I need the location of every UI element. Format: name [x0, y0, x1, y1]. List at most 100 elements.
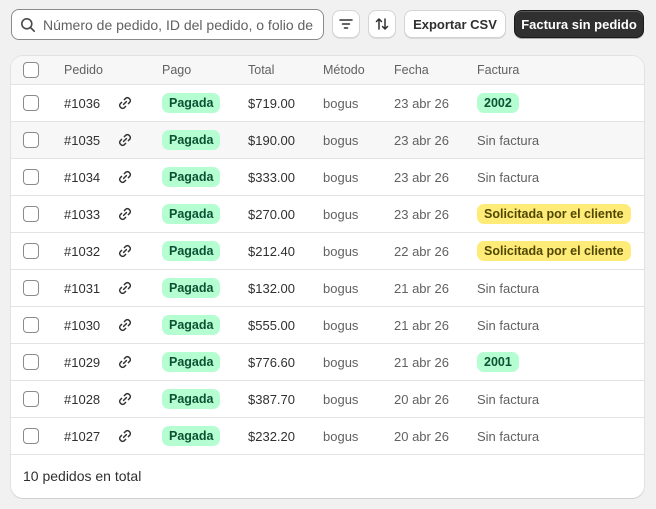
total-count: 10 pedidos en total: [23, 468, 142, 484]
link-icon[interactable]: [117, 280, 133, 296]
link-icon[interactable]: [117, 391, 133, 407]
order-total: $190.00: [248, 133, 295, 148]
invoice-status: Sin factura: [477, 318, 540, 333]
order-date: 20 abr 26: [394, 392, 449, 407]
payment-method: bogus: [323, 355, 359, 370]
row-checkbox[interactable]: [23, 391, 39, 407]
invoice-status: Sin factura: [477, 429, 540, 444]
link-icon[interactable]: [117, 428, 133, 444]
search-icon: [21, 17, 36, 32]
payment-method: bogus: [323, 207, 359, 222]
order-number[interactable]: #1027: [64, 429, 100, 444]
export-csv-button[interactable]: Exportar CSV: [404, 10, 506, 38]
order-total: $232.20: [248, 429, 295, 444]
order-number[interactable]: #1030: [64, 318, 100, 333]
order-number[interactable]: #1031: [64, 281, 100, 296]
payment-method: bogus: [323, 392, 359, 407]
sort-icon: [375, 18, 389, 30]
link-icon[interactable]: [117, 206, 133, 222]
payment-method: bogus: [323, 96, 359, 111]
order-date: 22 abr 26: [394, 244, 449, 259]
row-checkbox[interactable]: [23, 169, 39, 185]
select-all-checkbox[interactable]: [23, 62, 39, 78]
invoice-number-badge: 2002: [477, 93, 519, 113]
header-order[interactable]: Pedido: [64, 63, 103, 77]
order-date: 23 abr 26: [394, 170, 449, 185]
row-checkbox[interactable]: [23, 317, 39, 333]
payment-status-badge: Pagada: [162, 93, 221, 113]
table-row[interactable]: #1035 Pagada $190.00 bogus 23 abr 26 Sin fact…: [11, 122, 644, 159]
payment-method: bogus: [323, 318, 359, 333]
row-checkbox[interactable]: [23, 354, 39, 370]
order-date: 21 abr 26: [394, 355, 449, 370]
order-date: 23 abr 26: [394, 96, 449, 111]
row-checkbox[interactable]: [23, 243, 39, 259]
table-header: Pedido Pago Total Método Fecha Factura: [11, 56, 644, 85]
row-checkbox[interactable]: [23, 206, 39, 222]
payment-status-badge: Pagada: [162, 352, 221, 372]
order-total: $387.70: [248, 392, 295, 407]
order-date: 21 abr 26: [394, 318, 449, 333]
link-icon[interactable]: [117, 317, 133, 333]
order-total: $270.00: [248, 207, 295, 222]
link-icon[interactable]: [117, 243, 133, 259]
order-date: 20 abr 26: [394, 429, 449, 444]
order-number[interactable]: #1033: [64, 207, 100, 222]
payment-method: bogus: [323, 429, 359, 444]
table-row[interactable]: #1033 Pagada $270.00 bogus 23 abr 26 Solicita…: [11, 196, 644, 233]
invoice-requested-badge: Solicitada por el cliente: [477, 241, 631, 261]
table-row[interactable]: #1032 Pagada $212.40 bogus 22 abr 26 Solicita…: [11, 233, 644, 270]
order-number[interactable]: #1034: [64, 170, 100, 185]
header-invoice[interactable]: Factura: [477, 63, 519, 77]
payment-status-badge: Pagada: [162, 315, 221, 335]
table-row[interactable]: #1036 Pagada $719.00 bogus 23 abr 26 2002: [11, 85, 644, 122]
payment-status-badge: Pagada: [162, 426, 221, 446]
table-row[interactable]: #1028 Pagada $387.70 bogus 20 abr 26 Sin fact…: [11, 381, 644, 418]
order-total: $555.00: [248, 318, 295, 333]
payment-status-badge: Pagada: [162, 241, 221, 261]
order-number[interactable]: #1036: [64, 96, 100, 111]
invoice-without-order-button[interactable]: Factura sin pedido: [514, 10, 644, 38]
table-row[interactable]: #1031 Pagada $132.00 bogus 21 abr 26 Sin fact…: [11, 270, 644, 307]
payment-status-badge: Pagada: [162, 278, 221, 298]
payment-status-badge: Pagada: [162, 167, 221, 187]
header-method[interactable]: Método: [323, 63, 365, 77]
filter-icon: [339, 19, 353, 29]
order-date: 23 abr 26: [394, 133, 449, 148]
row-checkbox[interactable]: [23, 132, 39, 148]
order-date: 21 abr 26: [394, 281, 449, 296]
payment-method: bogus: [323, 244, 359, 259]
invoice-status: Sin factura: [477, 133, 540, 148]
link-icon[interactable]: [117, 169, 133, 185]
table-row[interactable]: #1029 Pagada $776.60 bogus 21 abr 26 2001: [11, 344, 644, 381]
row-checkbox[interactable]: [23, 95, 39, 111]
link-icon[interactable]: [117, 132, 133, 148]
sort-button[interactable]: [368, 10, 396, 38]
table-row[interactable]: #1034 Pagada $333.00 bogus 23 abr 26 Sin fact…: [11, 159, 644, 196]
order-number[interactable]: #1028: [64, 392, 100, 407]
link-icon[interactable]: [117, 354, 133, 370]
invoice-requested-badge: Solicitada por el cliente: [477, 204, 631, 224]
row-checkbox[interactable]: [23, 280, 39, 296]
search-field[interactable]: [11, 9, 324, 40]
row-checkbox[interactable]: [23, 428, 39, 444]
payment-method: bogus: [323, 133, 359, 148]
order-total: $776.60: [248, 355, 295, 370]
invoice-status: Sin factura: [477, 281, 540, 296]
order-number[interactable]: #1029: [64, 355, 100, 370]
filter-button[interactable]: [332, 10, 360, 38]
header-payment[interactable]: Pago: [162, 63, 191, 77]
order-number[interactable]: #1035: [64, 133, 100, 148]
header-date[interactable]: Fecha: [394, 63, 429, 77]
order-total: $212.40: [248, 244, 295, 259]
header-total[interactable]: Total: [248, 63, 274, 77]
order-number[interactable]: #1032: [64, 244, 100, 259]
payment-method: bogus: [323, 170, 359, 185]
table-row[interactable]: #1030 Pagada $555.00 bogus 21 abr 26 Sin fact…: [11, 307, 644, 344]
payment-status-badge: Pagada: [162, 204, 221, 224]
order-total: $132.00: [248, 281, 295, 296]
link-icon[interactable]: [117, 95, 133, 111]
order-total: $333.00: [248, 170, 295, 185]
table-row[interactable]: #1027 Pagada $232.20 bogus 20 abr 26 Sin fact…: [11, 418, 644, 455]
search-input[interactable]: [43, 16, 323, 33]
